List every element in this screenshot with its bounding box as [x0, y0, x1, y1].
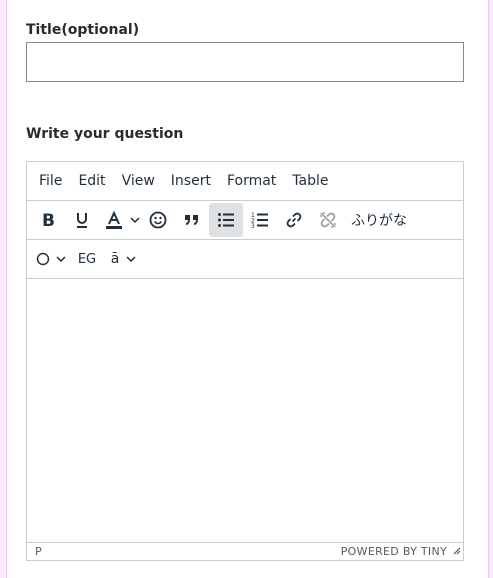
- emoji-button[interactable]: [141, 203, 175, 237]
- blockquote-button[interactable]: [175, 203, 209, 237]
- unlink-button[interactable]: [311, 203, 345, 237]
- page-right-edge: [488, 0, 493, 578]
- bold-icon: B: [42, 211, 55, 230]
- numbered-list-icon: 123: [251, 212, 268, 230]
- title-input[interactable]: [26, 42, 464, 82]
- menu-insert[interactable]: Insert: [163, 162, 219, 201]
- macron-label: ā: [110, 251, 120, 267]
- element-path[interactable]: P: [35, 545, 42, 558]
- text-color-icon: [106, 210, 122, 229]
- bullet-list-icon: [218, 213, 234, 227]
- resize-icon: [453, 547, 461, 555]
- chevron-down-icon: [56, 256, 66, 262]
- macron-button[interactable]: ā: [107, 242, 125, 276]
- question-label: Write your question: [26, 126, 184, 142]
- circle-button[interactable]: [31, 242, 55, 276]
- editor-toolbar-primary: B 123 ふりがな: [27, 201, 463, 240]
- menu-table[interactable]: Table: [284, 162, 336, 201]
- text-color-dropdown[interactable]: [129, 217, 141, 223]
- underline-icon: [77, 213, 87, 228]
- emoji-icon: [149, 211, 167, 229]
- numbered-list-button[interactable]: 123: [243, 203, 277, 237]
- editor-toolbar-secondary: EG ā: [27, 240, 463, 279]
- macron-dropdown[interactable]: [125, 256, 137, 262]
- title-label: Title(optional): [26, 22, 140, 38]
- rich-text-editor: File Edit View Insert Format Table B 123: [26, 161, 464, 561]
- underline-button[interactable]: [65, 203, 99, 237]
- link-button[interactable]: [277, 203, 311, 237]
- link-icon: [286, 212, 302, 228]
- chevron-down-icon: [126, 256, 136, 262]
- bullet-list-button[interactable]: [209, 203, 243, 237]
- furigana-button[interactable]: ふりがな: [345, 210, 413, 230]
- chevron-down-icon: [130, 217, 140, 223]
- menu-format[interactable]: Format: [219, 162, 284, 201]
- resize-handle[interactable]: [451, 540, 461, 559]
- blockquote-icon: [185, 215, 198, 225]
- unlink-icon: [320, 212, 336, 228]
- circle-icon: [36, 252, 50, 266]
- bold-button[interactable]: B: [31, 203, 65, 237]
- menu-file[interactable]: File: [31, 162, 70, 201]
- text-color-button[interactable]: [99, 203, 129, 237]
- editor-menubar: File Edit View Insert Format Table: [27, 162, 463, 201]
- powered-by-link[interactable]: POWERED BY TINY: [341, 545, 447, 558]
- menu-edit[interactable]: Edit: [70, 162, 113, 201]
- editor-statusbar: P POWERED BY TINY: [27, 542, 463, 560]
- svg-text:3: 3: [251, 223, 255, 230]
- editor-content-area[interactable]: [27, 279, 463, 542]
- eg-label: EG: [77, 251, 97, 267]
- eg-button[interactable]: EG: [67, 242, 107, 276]
- svg-text:B: B: [42, 211, 55, 230]
- menu-view[interactable]: View: [114, 162, 163, 201]
- circle-dropdown[interactable]: [55, 256, 67, 262]
- page-left-edge: [0, 0, 7, 578]
